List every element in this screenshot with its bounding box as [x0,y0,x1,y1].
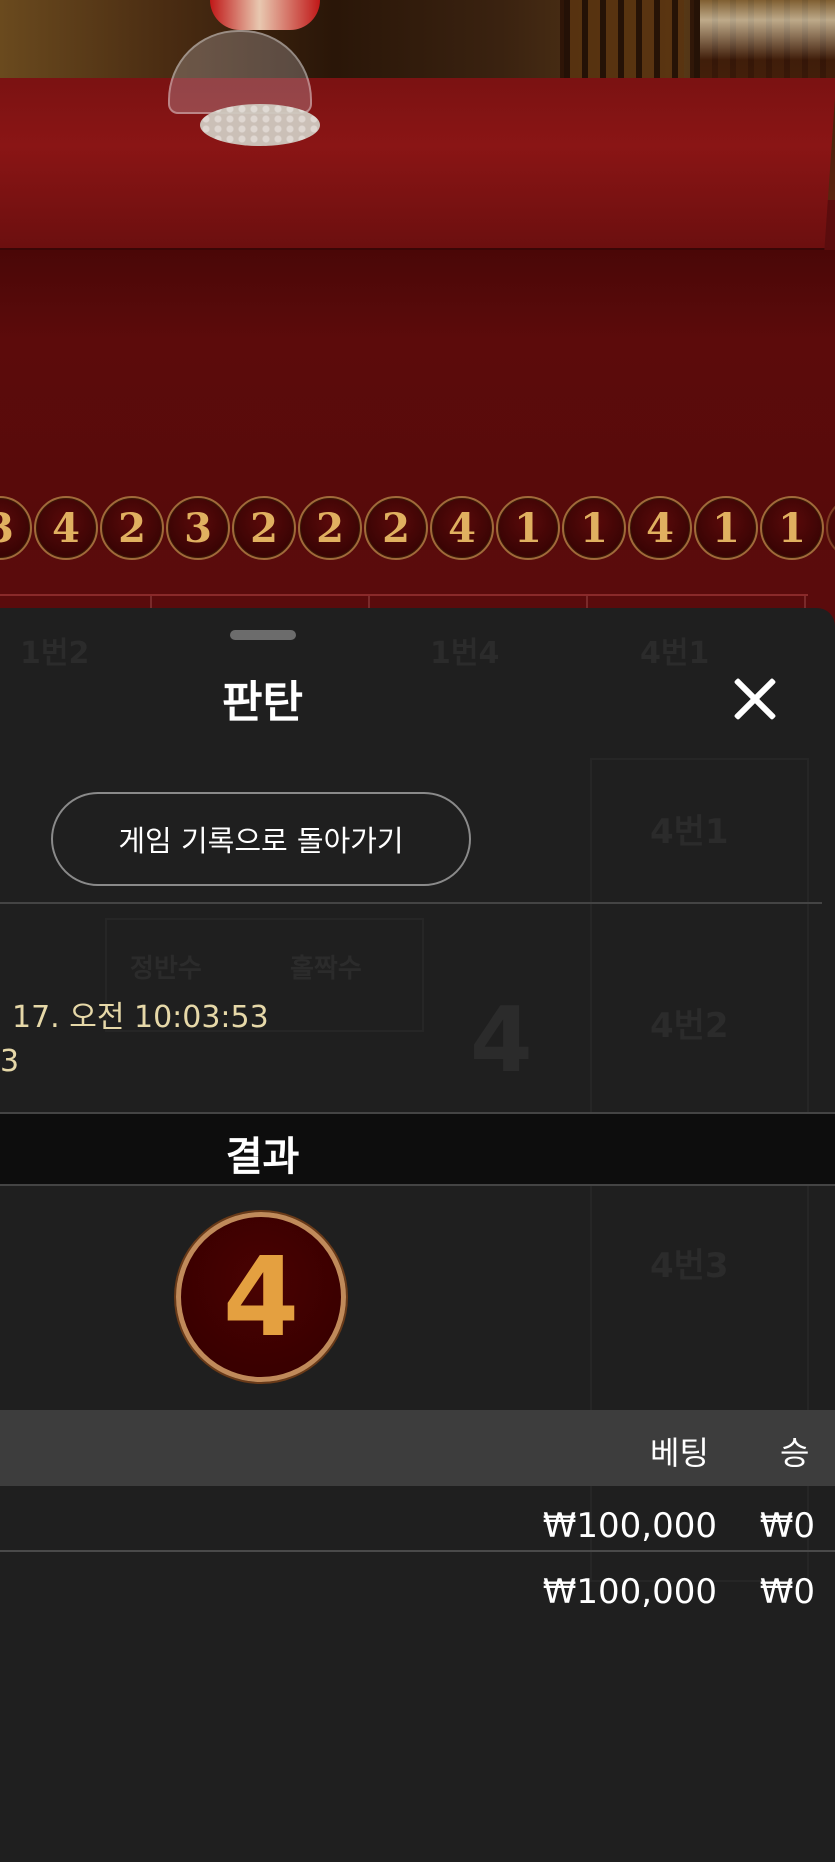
result-coin: 4 [176,1212,346,1382]
history-coin: 1 [760,496,824,560]
history-coin: 3 [166,496,230,560]
history-coin: 4 [34,496,98,560]
table-row: ₩100,000 ₩0 [0,1560,835,1626]
back-to-history-button[interactable]: 게임 기록으로 돌아가기 [51,792,471,886]
history-coin: 3 [826,496,835,560]
bet-amount: ₩100,000 [542,1572,717,1612]
round-id-fragment: 3 [0,1044,20,1079]
history-coin: 2 [298,496,362,560]
win-amount: ₩0 [759,1506,815,1546]
sheet-title: 판탄 [222,677,303,728]
header-win: 승 [780,1434,810,1472]
bet-amount: ₩100,000 [542,1506,717,1546]
history-coin: 1 [562,496,626,560]
win-amount: ₩0 [759,1572,815,1612]
result-history-strip: 3 4 2 3 2 2 2 4 1 1 4 1 1 3 [0,496,835,566]
ghost-label: 4번1 [640,636,710,671]
bead-pile [200,104,320,146]
round-datetime: 17. 오전 10:03:53 [12,1000,269,1035]
history-coin: 3 [0,496,32,560]
history-coin: 1 [694,496,758,560]
divider [0,902,822,904]
result-label: 결과 [225,1134,300,1180]
bet-table-header: 베팅 승 [0,1410,835,1486]
history-coin: 1 [496,496,560,560]
game-detail-sheet: 1번2 1번4 4번1 4번1 4번2 4번3 정반수 홀짝수 4 판탄 게임 … [0,608,835,1862]
history-coin: 2 [364,496,428,560]
history-coin: 4 [430,496,494,560]
ghost-label: 4 [470,988,533,1093]
history-coin: 4 [628,496,692,560]
result-header: 결과 [0,1112,835,1186]
dealer [210,0,320,30]
history-coin: 2 [232,496,296,560]
red-felt-table [0,78,835,260]
sheet-drag-handle[interactable] [230,630,296,640]
row-divider [0,1550,835,1552]
history-coin: 2 [100,496,164,560]
close-icon[interactable] [730,674,780,724]
live-table-video: 3 4 2 3 2 2 2 4 1 1 4 1 1 3 [0,0,835,640]
header-bet: 베팅 [650,1434,709,1472]
